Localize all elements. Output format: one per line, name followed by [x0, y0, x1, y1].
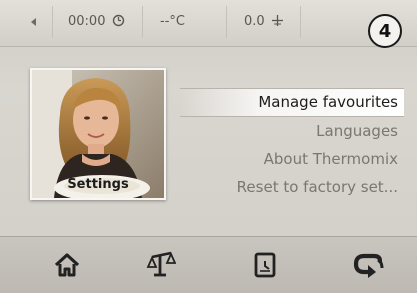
menu-item-manage-favourites[interactable]: Manage favourites [180, 88, 404, 117]
menu-item-about-thermomix[interactable]: About Thermomix [180, 145, 404, 173]
bottom-toolbar [0, 236, 417, 293]
time-value: 00:00 [68, 14, 106, 29]
thermomix-screen: 00:00 --°C 0.0 4 Settings Manage favouri… [0, 0, 417, 293]
menu-item-languages[interactable]: Languages [180, 117, 404, 145]
settings-thumbnail: Settings [30, 68, 166, 200]
menu-item-reset-factory[interactable]: Reset to factory set... [180, 173, 404, 201]
settings-menu: Manage favourites Languages About Thermo… [180, 88, 404, 201]
timer-icon [254, 252, 276, 278]
scale-cross-icon [271, 14, 284, 31]
status-divider [300, 6, 301, 38]
weight-readout[interactable]: 0.0 [244, 14, 284, 31]
time-readout[interactable]: 00:00 [68, 14, 125, 31]
return-icon [353, 253, 384, 278]
return-button[interactable] [346, 247, 392, 283]
scale-icon [146, 251, 176, 277]
status-divider [142, 6, 143, 38]
step-number-badge: 4 [368, 14, 402, 48]
home-icon [54, 253, 80, 277]
status-divider [226, 6, 227, 38]
settings-label: Settings [67, 177, 129, 192]
weight-value: 0.0 [244, 14, 265, 29]
timer-button[interactable] [242, 247, 288, 283]
status-divider [52, 6, 53, 38]
home-button[interactable] [44, 247, 90, 283]
status-bar: 00:00 --°C 0.0 [0, 0, 417, 47]
clock-icon [112, 14, 125, 31]
scale-button[interactable] [138, 247, 184, 283]
back-arrow-icon[interactable] [22, 10, 46, 34]
temperature-readout[interactable]: --°C [160, 14, 185, 29]
